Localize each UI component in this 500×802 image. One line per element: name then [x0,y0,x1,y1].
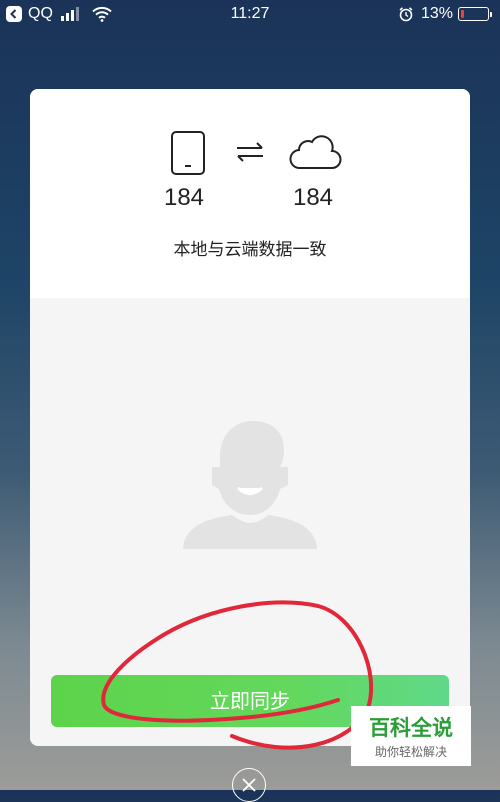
battery-percent: 13% [421,5,454,22]
local-count: 184 [163,184,205,211]
phone-icon [171,131,205,175]
sync-summary: 184 184 本地与云端数据一致 [30,89,470,298]
status-bar: QQ 11:27 13% [0,0,500,30]
battery-icon [458,7,489,21]
battery-tip [490,12,492,17]
alarm-icon [399,7,413,22]
cloud-icon [289,135,342,170]
close-button[interactable] [232,768,266,802]
avatar-icon [183,420,317,549]
sync-arrows-icon [237,142,263,162]
sync-status-text: 本地与云端数据一致 [173,240,327,259]
sync-card: 184 184 本地与云端数据一致 立即同步 [30,89,470,746]
cloud-count: 184 [292,184,334,211]
watermark-subtitle: 助你轻松解决 [374,745,447,759]
watermark: 百科全说 助你轻松解决 [351,706,471,766]
watermark-title: 百科全说 [369,717,453,740]
